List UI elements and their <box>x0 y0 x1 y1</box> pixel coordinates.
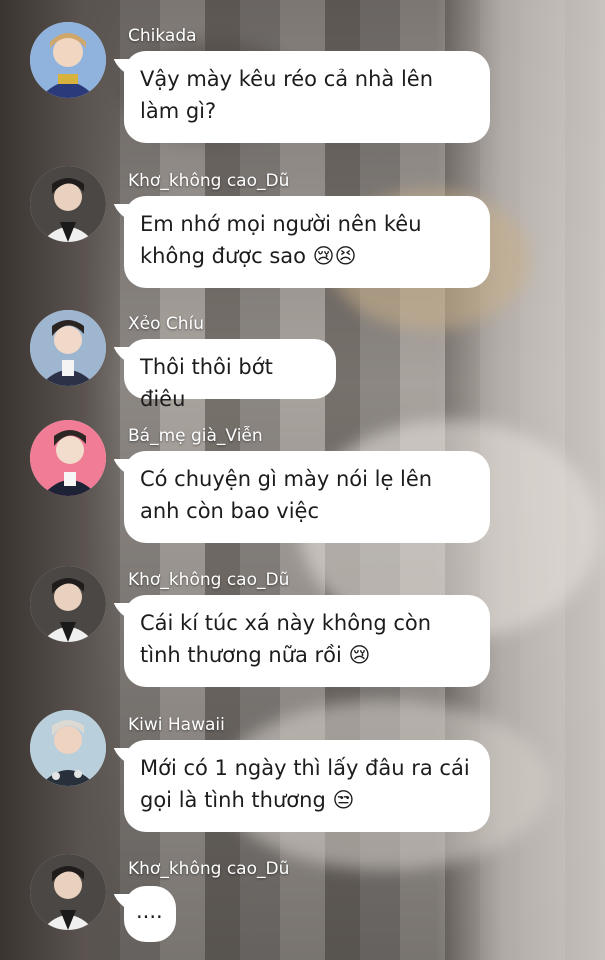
avatar-kho-icon[interactable] <box>30 166 106 242</box>
avatar-kiwi-icon[interactable] <box>30 710 106 786</box>
avatar-kho-icon[interactable] <box>30 854 106 930</box>
message-text: Em nhớ mọi người nên kêu không được sao … <box>140 212 422 268</box>
avatar-kho-icon[interactable] <box>30 566 106 642</box>
sender-name: Chikada <box>128 26 197 46</box>
sender-name: Kiwi Hawaii <box>128 715 225 735</box>
message-bubble[interactable]: .... <box>124 886 176 942</box>
message-bubble[interactable]: Vậy mày kêu réo cả nhà lên làm gì? <box>124 51 490 143</box>
sender-name: Bá_mẹ già_Viễn <box>128 426 263 446</box>
sender-name: Khơ_không cao_Dũ <box>128 171 290 191</box>
sender-name: Xẻo Chíu <box>128 314 205 334</box>
sender-name: Khơ_không cao_Dũ <box>128 859 290 879</box>
avatar-ba-me-gia-icon[interactable] <box>30 420 106 496</box>
message-bubble[interactable]: Mới có 1 ngày thì lấy đâu ra cái gọi là … <box>124 740 490 832</box>
message-bubble[interactable]: Em nhớ mọi người nên kêu không được sao … <box>124 196 490 288</box>
message-bubble[interactable]: Thôi thôi bớt điêu <box>124 339 336 411</box>
message-bubble[interactable]: Có chuyện gì mày nói lẹ lên anh còn bao … <box>124 451 490 543</box>
avatar-xeo-chiu-icon[interactable] <box>30 310 106 386</box>
sender-name: Khơ_không cao_Dũ <box>128 570 290 590</box>
message-bubble[interactable]: Cái kí túc xá này không còn tình thương … <box>124 595 490 687</box>
chat-thread: Chikada Vậy mày kêu réo cả nhà lên làm g… <box>0 0 605 960</box>
avatar-chikada-icon[interactable] <box>30 22 106 98</box>
